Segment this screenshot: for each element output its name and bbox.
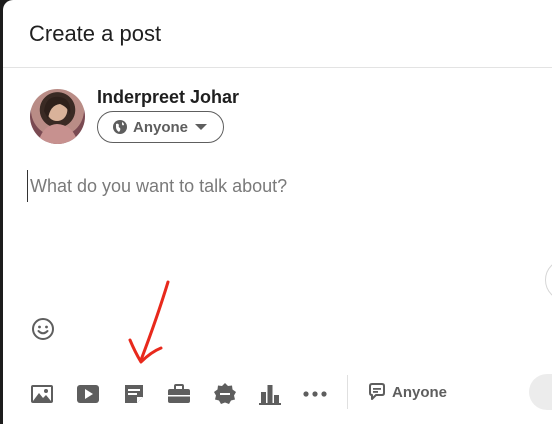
smiley-icon	[32, 318, 54, 340]
more-horizontal-icon	[303, 391, 327, 397]
post-text-input[interactable]	[27, 170, 530, 202]
share-job-button[interactable]	[165, 380, 193, 408]
badge-icon	[214, 383, 236, 404]
add-document-button[interactable]	[120, 380, 148, 408]
audience-selector-button[interactable]: Anyone	[97, 111, 224, 143]
add-photo-button[interactable]	[28, 380, 56, 408]
more-options-button[interactable]	[301, 380, 329, 408]
dialog-header: Create a post	[3, 0, 552, 68]
comment-control-label: Anyone	[392, 383, 448, 401]
avatar-photo-icon	[38, 96, 78, 144]
scroll-handle[interactable]	[545, 259, 552, 301]
image-icon	[31, 385, 53, 403]
audience-label: Anyone	[133, 118, 189, 136]
caret-down-icon	[195, 124, 208, 130]
celebrate-button[interactable]	[211, 380, 239, 408]
red-annotation-arrow	[128, 280, 170, 364]
video-play-icon	[77, 385, 99, 403]
emoji-button[interactable]	[31, 317, 55, 341]
create-poll-button[interactable]	[256, 380, 284, 408]
toolbar-divider	[347, 375, 348, 409]
avatar	[30, 89, 85, 144]
post-button[interactable]	[529, 374, 552, 410]
author-name: Inderpreet Johar	[97, 87, 240, 107]
comment-icon	[369, 383, 385, 400]
globe-icon	[113, 120, 127, 134]
create-post-dialog: Create a post Inderpreet Johar Anyone Wh…	[3, 0, 552, 424]
dialog-title: Create a post	[29, 21, 162, 46]
add-video-button[interactable]	[74, 380, 102, 408]
bar-chart-icon	[259, 385, 281, 405]
comment-control-button[interactable]: Anyone	[368, 383, 447, 401]
document-icon	[125, 385, 143, 403]
post-toolbar: Anyone	[3, 370, 552, 418]
briefcase-icon	[168, 384, 190, 403]
